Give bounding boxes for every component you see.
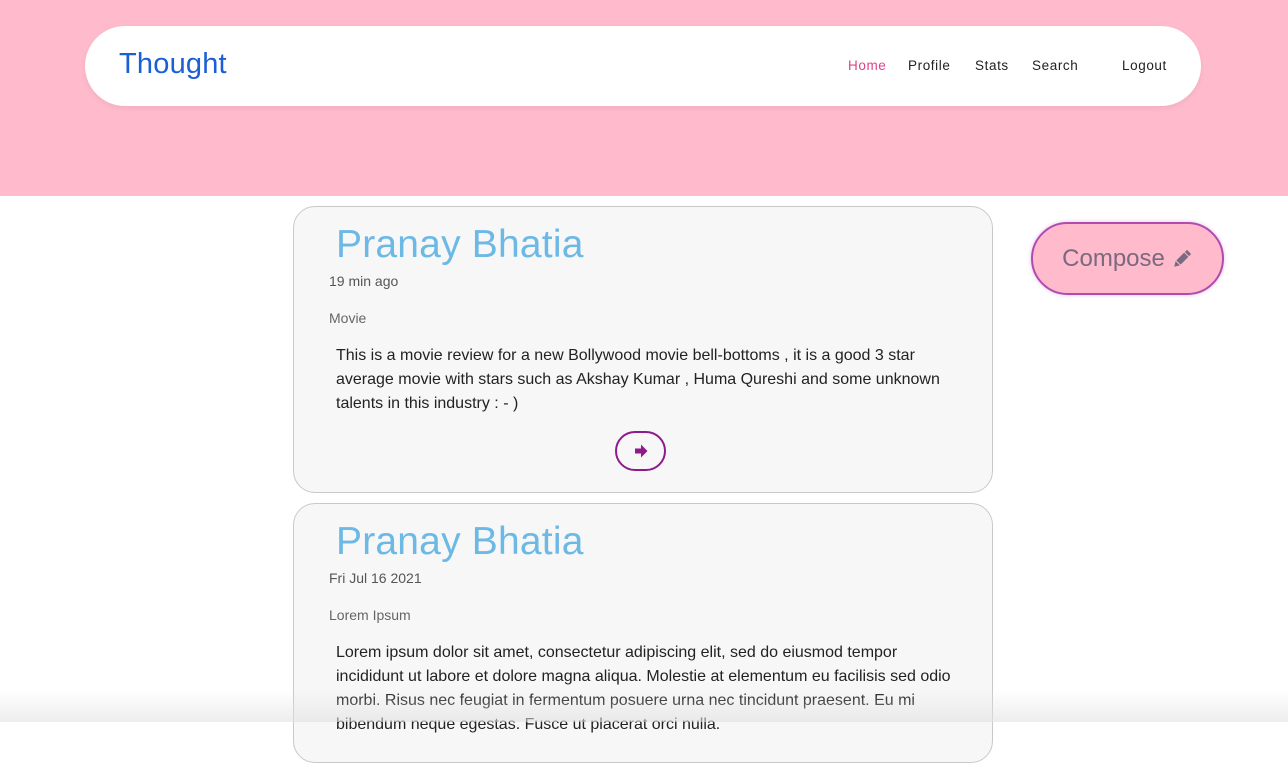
- post-date: 19 min ago: [329, 273, 399, 289]
- nav-link-logout[interactable]: Logout: [1122, 58, 1167, 73]
- post-author[interactable]: Pranay Bhatia: [336, 520, 584, 564]
- navbar: Thought Home Profile Stats Search Logout: [85, 26, 1201, 106]
- post-body: Lorem ipsum dolor sit amet, consectetur …: [336, 644, 951, 733]
- post-card: Pranay Bhatia 19 min ago Movie This is a…: [293, 206, 993, 493]
- arrow-right-icon: [634, 444, 647, 458]
- nav-link-stats[interactable]: Stats: [975, 58, 1009, 73]
- pencil-icon: [1174, 249, 1191, 267]
- nav-link-home[interactable]: Home: [848, 58, 886, 73]
- post-category: Movie: [329, 310, 367, 326]
- read-more-button[interactable]: [615, 431, 666, 471]
- post-card: Pranay Bhatia Fri Jul 16 2021 Lorem Ipsu…: [293, 503, 993, 763]
- post-body: This is a movie review for a new Bollywo…: [336, 347, 940, 412]
- brand-logo[interactable]: Thought: [119, 48, 227, 81]
- post-author[interactable]: Pranay Bhatia: [336, 223, 584, 267]
- compose-button[interactable]: Compose: [1031, 222, 1224, 295]
- compose-label: Compose: [1062, 244, 1165, 272]
- post-category: Lorem Ipsum: [329, 607, 411, 623]
- post-date: Fri Jul 16 2021: [329, 570, 422, 586]
- nav-link-search[interactable]: Search: [1032, 58, 1078, 73]
- nav-link-profile[interactable]: Profile: [908, 58, 950, 73]
